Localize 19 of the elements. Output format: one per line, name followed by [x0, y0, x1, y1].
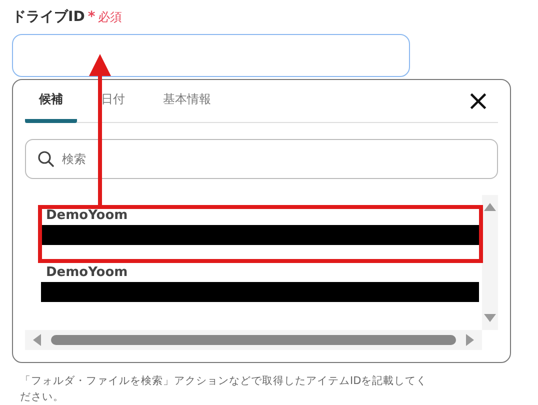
tab[interactable]: 基本情報 — [149, 80, 225, 123]
horizontal-scrollbar[interactable] — [25, 330, 482, 350]
tab[interactable]: 日付 — [87, 80, 139, 123]
scroll-down-icon — [484, 314, 496, 322]
tab[interactable]: 候補 — [25, 80, 77, 123]
vertical-scrollbar[interactable] — [482, 195, 498, 330]
scroll-right-icon — [466, 334, 474, 346]
list-item[interactable]: DemoYoom — [41, 265, 482, 280]
search-field[interactable]: 検索 — [25, 139, 498, 179]
list-item[interactable]: DemoYoom — [41, 208, 482, 223]
input-field[interactable] — [12, 34, 410, 77]
scroll-up-icon — [484, 203, 496, 211]
help-text: 「フォルダ・ファイルを検索」アクションなどで取得したアイテムIDを記載してください。 — [19, 374, 428, 405]
close-button[interactable]: × — [458, 80, 498, 122]
field-label: ドライブID — [12, 8, 85, 26]
scroll-thumb[interactable] — [51, 335, 456, 345]
scroll-left-icon — [33, 334, 41, 346]
required-text: 必須 — [98, 9, 122, 26]
required-mark: * — [88, 9, 96, 25]
